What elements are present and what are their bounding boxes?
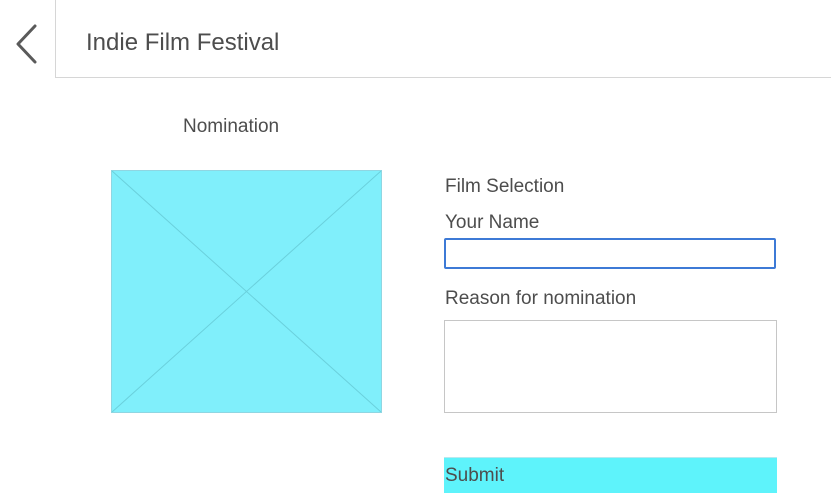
back-button[interactable] <box>6 20 46 68</box>
nomination-page: Indie Film Festival Nomination Film Sele… <box>0 0 831 493</box>
reason-textarea[interactable] <box>444 320 777 413</box>
film-selection-label: Film Selection <box>445 176 565 197</box>
chevron-left-icon <box>16 24 37 64</box>
header-divider-horizontal <box>55 77 831 78</box>
name-label: Your Name <box>445 212 540 233</box>
image-placeholder-icon <box>112 171 381 412</box>
reason-label: Reason for nomination <box>445 288 637 309</box>
film-image-placeholder <box>111 170 382 413</box>
page-title: Indie Film Festival <box>86 29 280 56</box>
header-divider-vertical <box>55 0 56 78</box>
name-input[interactable] <box>444 238 776 269</box>
section-title: Nomination <box>183 116 280 137</box>
submit-button[interactable]: Submit <box>444 457 777 493</box>
